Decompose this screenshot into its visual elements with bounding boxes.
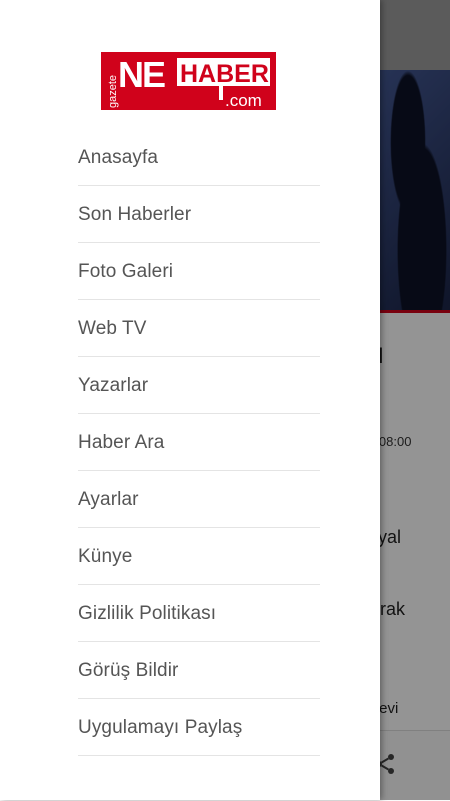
menu-item-label: Anasayfa	[78, 146, 159, 168]
menu-item-son-haberler[interactable]: Son Haberler	[78, 187, 320, 243]
menu-item-anasayfa[interactable]: Anasayfa	[78, 130, 320, 186]
menu-item-label: Son Haberler	[78, 203, 192, 225]
menu-item-gizlilik-politikasi[interactable]: Gizlilik Politikası	[78, 586, 320, 642]
menu-item-label: Haber Ara	[78, 431, 165, 453]
logo-ne: NE	[118, 54, 165, 95]
menu-item-label: Ayarlar	[78, 488, 139, 510]
menu-item-ayarlar[interactable]: Ayarlar	[78, 472, 320, 528]
menu-item-kunye[interactable]: Künye	[78, 529, 320, 585]
navigation-drawer: gazete NE HABER .com Anasayfa Son Haberl…	[0, 0, 380, 800]
menu-item-gorus-bildir[interactable]: Görüş Bildir	[78, 643, 320, 699]
logo-haber: HABER	[180, 60, 269, 88]
menu-item-label: Görüş Bildir	[78, 659, 179, 681]
menu-item-uygulamayi-paylas[interactable]: Uygulamayı Paylaş	[78, 700, 320, 756]
menu-item-label: Foto Galeri	[78, 260, 174, 282]
menu-item-foto-galeri[interactable]: Foto Galeri	[78, 244, 320, 300]
menu-item-label: Web TV	[78, 317, 147, 339]
menu-item-label: Künye	[78, 545, 133, 567]
menu-item-yazarlar[interactable]: Yazarlar	[78, 358, 320, 414]
drawer-menu: Anasayfa Son Haberler Foto Galeri Web TV…	[78, 130, 320, 757]
menu-item-haber-ara[interactable]: Haber Ara	[78, 415, 320, 471]
menu-item-web-tv[interactable]: Web TV	[78, 301, 320, 357]
menu-item-label: Yazarlar	[78, 374, 149, 396]
menu-item-label: Uygulamayı Paylaş	[78, 716, 243, 738]
menu-item-label: Gizlilik Politikası	[78, 602, 217, 624]
logo-com: .com	[225, 91, 262, 110]
nehaber-logo: gazete NE HABER .com	[101, 52, 276, 110]
